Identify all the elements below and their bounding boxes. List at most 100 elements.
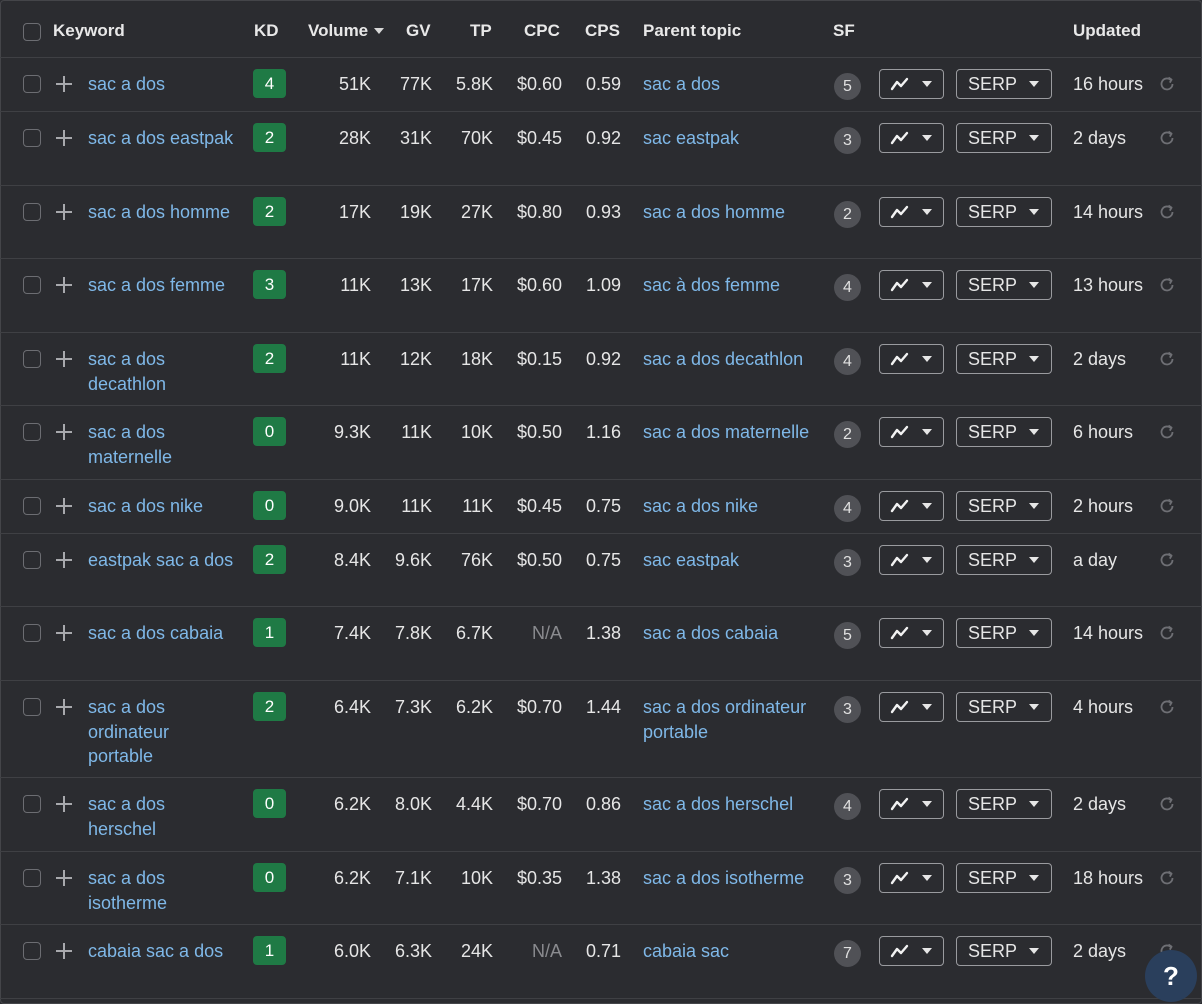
serp-dropdown-button[interactable]: SERP (956, 69, 1052, 99)
column-header-keyword[interactable]: Keyword (53, 20, 125, 42)
serp-features-badge[interactable]: 3 (834, 696, 861, 723)
parent-topic-link[interactable]: sac a dos (643, 72, 823, 97)
column-header-volume-wrap[interactable]: Volume (308, 20, 385, 42)
trend-dropdown-button[interactable] (879, 692, 944, 722)
row-checkbox[interactable] (23, 698, 41, 716)
row-checkbox[interactable] (23, 551, 41, 569)
column-header-sf[interactable]: SF (833, 20, 855, 42)
select-all-checkbox[interactable] (23, 23, 41, 41)
serp-features-badge[interactable]: 5 (834, 622, 861, 649)
serp-features-badge[interactable]: 7 (834, 940, 861, 967)
trend-dropdown-button[interactable] (879, 618, 944, 648)
refresh-icon[interactable] (1158, 276, 1176, 294)
refresh-icon[interactable] (1158, 423, 1176, 441)
serp-dropdown-button[interactable]: SERP (956, 491, 1052, 521)
add-to-list-icon[interactable] (56, 424, 72, 440)
refresh-icon[interactable] (1158, 698, 1176, 716)
column-header-updated[interactable]: Updated (1073, 20, 1141, 42)
add-to-list-icon[interactable] (56, 796, 72, 812)
refresh-icon[interactable] (1158, 350, 1176, 368)
keyword-link[interactable]: sac a dos decathlon (88, 347, 238, 396)
add-to-list-icon[interactable] (56, 699, 72, 715)
row-checkbox[interactable] (23, 75, 41, 93)
parent-topic-link[interactable]: cabaia sac (643, 939, 823, 964)
trend-dropdown-button[interactable] (879, 863, 944, 893)
serp-dropdown-button[interactable]: SERP (956, 936, 1052, 966)
row-checkbox[interactable] (23, 423, 41, 441)
keyword-link[interactable]: sac a dos homme (88, 200, 238, 225)
add-to-list-icon[interactable] (56, 870, 72, 886)
trend-dropdown-button[interactable] (879, 789, 944, 819)
parent-topic-link[interactable]: sac a dos decathlon (643, 347, 823, 372)
serp-features-badge[interactable]: 4 (834, 793, 861, 820)
add-to-list-icon[interactable] (56, 277, 72, 293)
serp-dropdown-button[interactable]: SERP (956, 417, 1052, 447)
parent-topic-link[interactable]: sac a dos maternelle (643, 420, 823, 445)
trend-dropdown-button[interactable] (879, 69, 944, 99)
refresh-icon[interactable] (1158, 795, 1176, 813)
parent-topic-link[interactable]: sac a dos homme (643, 200, 823, 225)
serp-features-badge[interactable]: 3 (834, 127, 861, 154)
parent-topic-link[interactable]: sac a dos cabaia (643, 621, 823, 646)
parent-topic-link[interactable]: sac à dos femme (643, 273, 823, 298)
trend-dropdown-button[interactable] (879, 491, 944, 521)
serp-features-badge[interactable]: 4 (834, 348, 861, 375)
row-checkbox[interactable] (23, 795, 41, 813)
parent-topic-link[interactable]: sac a dos herschel (643, 792, 823, 817)
trend-dropdown-button[interactable] (879, 936, 944, 966)
add-to-list-icon[interactable] (56, 130, 72, 146)
column-header-parent-topic[interactable]: Parent topic (643, 20, 741, 42)
serp-dropdown-button[interactable]: SERP (956, 618, 1052, 648)
keyword-link[interactable]: sac a dos (88, 72, 238, 97)
column-header-kd[interactable]: KD (254, 20, 279, 42)
row-checkbox[interactable] (23, 869, 41, 887)
serp-dropdown-button[interactable]: SERP (956, 863, 1052, 893)
serp-features-badge[interactable]: 4 (834, 495, 861, 522)
refresh-icon[interactable] (1158, 551, 1176, 569)
trend-dropdown-button[interactable] (879, 197, 944, 227)
row-checkbox[interactable] (23, 276, 41, 294)
serp-features-badge[interactable]: 5 (834, 73, 861, 100)
refresh-icon[interactable] (1158, 203, 1176, 221)
keyword-link[interactable]: sac a dos maternelle (88, 420, 238, 469)
row-checkbox[interactable] (23, 129, 41, 147)
row-checkbox[interactable] (23, 350, 41, 368)
trend-dropdown-button[interactable] (879, 270, 944, 300)
row-checkbox[interactable] (23, 497, 41, 515)
refresh-icon[interactable] (1158, 869, 1176, 887)
serp-dropdown-button[interactable]: SERP (956, 692, 1052, 722)
keyword-link[interactable]: sac a dos eastpak (88, 126, 238, 151)
parent-topic-link[interactable]: sac a dos ordinateur portable (643, 695, 823, 744)
column-header-cps[interactable]: CPS (585, 20, 620, 42)
keyword-link[interactable]: sac a dos nike (88, 494, 238, 519)
serp-dropdown-button[interactable]: SERP (956, 545, 1052, 575)
serp-dropdown-button[interactable]: SERP (956, 123, 1052, 153)
column-header-gv[interactable]: GV (406, 20, 431, 42)
serp-features-badge[interactable]: 4 (834, 274, 861, 301)
row-checkbox[interactable] (23, 624, 41, 642)
keyword-link[interactable]: sac a dos cabaia (88, 621, 238, 646)
refresh-icon[interactable] (1158, 75, 1176, 93)
trend-dropdown-button[interactable] (879, 344, 944, 374)
serp-features-badge[interactable]: 2 (834, 421, 861, 448)
serp-dropdown-button[interactable]: SERP (956, 344, 1052, 374)
column-header-tp[interactable]: TP (470, 20, 492, 42)
parent-topic-link[interactable]: sac eastpak (643, 548, 823, 573)
trend-dropdown-button[interactable] (879, 545, 944, 575)
serp-features-badge[interactable]: 3 (834, 867, 861, 894)
keyword-link[interactable]: sac a dos isotherme (88, 866, 238, 915)
parent-topic-link[interactable]: sac a dos isotherme (643, 866, 823, 891)
keyword-link[interactable]: eastpak sac a dos (88, 548, 238, 573)
keyword-link[interactable]: cabaia sac a dos (88, 939, 238, 964)
trend-dropdown-button[interactable] (879, 123, 944, 153)
help-button[interactable]: ? (1145, 950, 1197, 1002)
keyword-link[interactable]: sac a dos herschel (88, 792, 238, 841)
keyword-link[interactable]: sac a dos ordinateur portable (88, 695, 238, 769)
row-checkbox[interactable] (23, 942, 41, 960)
serp-features-badge[interactable]: 2 (834, 201, 861, 228)
serp-dropdown-button[interactable]: SERP (956, 270, 1052, 300)
add-to-list-icon[interactable] (56, 498, 72, 514)
add-to-list-icon[interactable] (56, 943, 72, 959)
keyword-link[interactable]: sac a dos femme (88, 273, 238, 298)
add-to-list-icon[interactable] (56, 625, 72, 641)
